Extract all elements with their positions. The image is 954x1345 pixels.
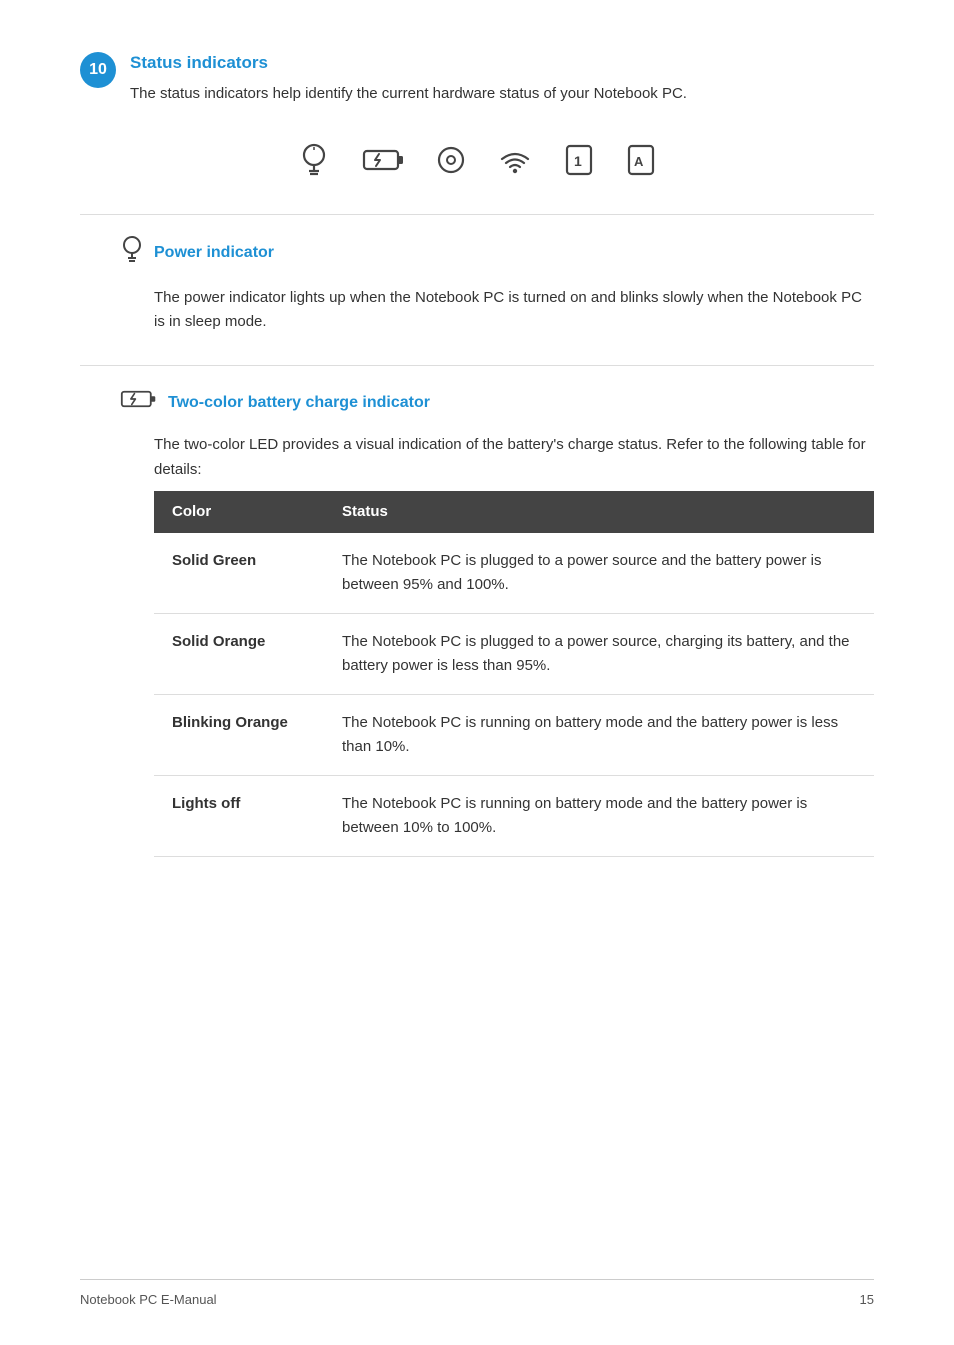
table-header-row: Color Status [154,491,874,534]
table-row: Solid Orange The Notebook PC is plugged … [154,614,874,695]
battery-table: Color Status Solid Green The Notebook PC… [154,491,874,858]
divider-1 [80,214,874,215]
table-cell-status-2: The Notebook PC is running on battery mo… [324,695,874,776]
numlock-icon: 1 [564,143,594,177]
power-bulb-icon [298,142,330,178]
page: 10 Status indicators The status indicato… [0,0,954,1345]
table-col-color: Color [154,491,324,534]
table-col-status: Status [324,491,874,534]
table-cell-color-2: Blinking Orange [154,695,324,776]
table-row: Lights off The Notebook PC is running on… [154,776,874,857]
power-indicator-title-row: Power indicator [120,235,874,272]
section-title: Status indicators [130,50,687,76]
svg-text:1: 1 [574,153,582,169]
section-number-badge: 10 [80,52,116,88]
battery-indicator-intro: The two-color LED provides a visual indi… [154,433,874,483]
table-cell-color-3: Lights off [154,776,324,857]
section-header: 10 Status indicators The status indicato… [80,50,874,106]
wireless-icon [498,145,532,175]
icons-row: 1 A [80,142,874,178]
battery-indicator-icon [120,386,158,419]
power-indicator-title: Power indicator [154,241,274,265]
battery-indicator-title-row: Two-color battery charge indicator [120,386,874,419]
battery-indicator-title: Two-color battery charge indicator [168,391,430,415]
capslock-icon: A [626,143,656,177]
power-indicator-body: The power indicator lights up when the N… [154,286,874,336]
table-cell-status-1: The Notebook PC is plugged to a power so… [324,614,874,695]
section-description: The status indicators help identify the … [130,82,687,106]
table-row: Solid Green The Notebook PC is plugged t… [154,533,874,614]
battery-charge-icon [362,146,404,174]
table-cell-status-3: The Notebook PC is running on battery mo… [324,776,874,857]
svg-text:A: A [634,154,644,169]
table-cell-color-1: Solid Orange [154,614,324,695]
table-row: Blinking Orange The Notebook PC is runni… [154,695,874,776]
divider-2 [80,365,874,366]
power-indicator-section: Power indicator The power indicator ligh… [120,235,874,336]
power-indicator-icon [120,235,144,272]
table-cell-status-0: The Notebook PC is plugged to a power so… [324,533,874,614]
battery-indicator-section: Two-color battery charge indicator The t… [120,386,874,857]
page-footer: Notebook PC E-Manual 15 [80,1279,874,1310]
section-header-text: Status indicators The status indicators … [130,50,687,106]
footer-left-text: Notebook PC E-Manual [80,1290,217,1310]
table-cell-color-0: Solid Green [154,533,324,614]
footer-right-text: 15 [860,1290,874,1310]
hdd-icon [436,145,466,175]
